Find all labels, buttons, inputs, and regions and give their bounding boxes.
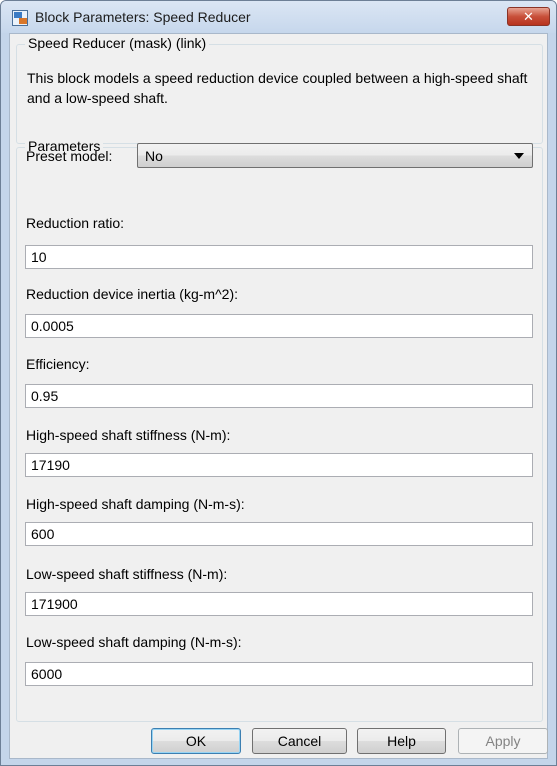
- efficiency-input[interactable]: [25, 384, 533, 408]
- close-icon: ✕: [523, 9, 534, 24]
- low-speed-shaft-damping-label: Low-speed shaft damping (N-m-s):: [26, 634, 242, 650]
- preset-model-value: No: [145, 148, 163, 164]
- low-speed-shaft-damping-input[interactable]: [25, 662, 533, 686]
- chevron-down-icon: [514, 153, 524, 159]
- preset-model-select[interactable]: No: [137, 143, 533, 168]
- window-title: Block Parameters: Speed Reducer: [35, 9, 251, 25]
- mask-description-group: Speed Reducer (mask) (link) This block m…: [16, 35, 543, 144]
- reduction-ratio-input[interactable]: [25, 245, 533, 269]
- simulink-block-icon: [12, 10, 28, 26]
- low-speed-shaft-stiffness-label: Low-speed shaft stiffness (N-m):: [26, 566, 228, 582]
- cancel-button[interactable]: Cancel: [252, 728, 347, 754]
- high-speed-shaft-damping-input[interactable]: [25, 522, 533, 546]
- high-speed-shaft-stiffness-label: High-speed shaft stiffness (N-m):: [26, 427, 231, 443]
- dialog-window: Block Parameters: Speed Reducer ✕ Speed …: [0, 0, 557, 766]
- close-button[interactable]: ✕: [507, 7, 550, 26]
- mask-group-title: Speed Reducer (mask) (link): [25, 35, 210, 51]
- efficiency-label: Efficiency:: [26, 356, 90, 372]
- reduction-device-inertia-input[interactable]: [25, 314, 533, 338]
- high-speed-shaft-damping-label: High-speed shaft damping (N-m-s):: [26, 496, 245, 512]
- reduction-ratio-label: Reduction ratio:: [26, 215, 125, 231]
- help-button[interactable]: Help: [357, 728, 446, 754]
- ok-button[interactable]: OK: [151, 728, 241, 754]
- reduction-device-inertia-label: Reduction device inertia (kg-m^2):: [26, 286, 238, 302]
- apply-button[interactable]: Apply: [458, 728, 548, 754]
- low-speed-shaft-stiffness-input[interactable]: [25, 592, 533, 616]
- high-speed-shaft-stiffness-input[interactable]: [25, 453, 533, 477]
- preset-model-label: Preset model:: [26, 148, 113, 164]
- mask-description: This block models a speed reduction devi…: [27, 70, 528, 106]
- title-bar[interactable]: Block Parameters: Speed Reducer ✕: [1, 1, 556, 33]
